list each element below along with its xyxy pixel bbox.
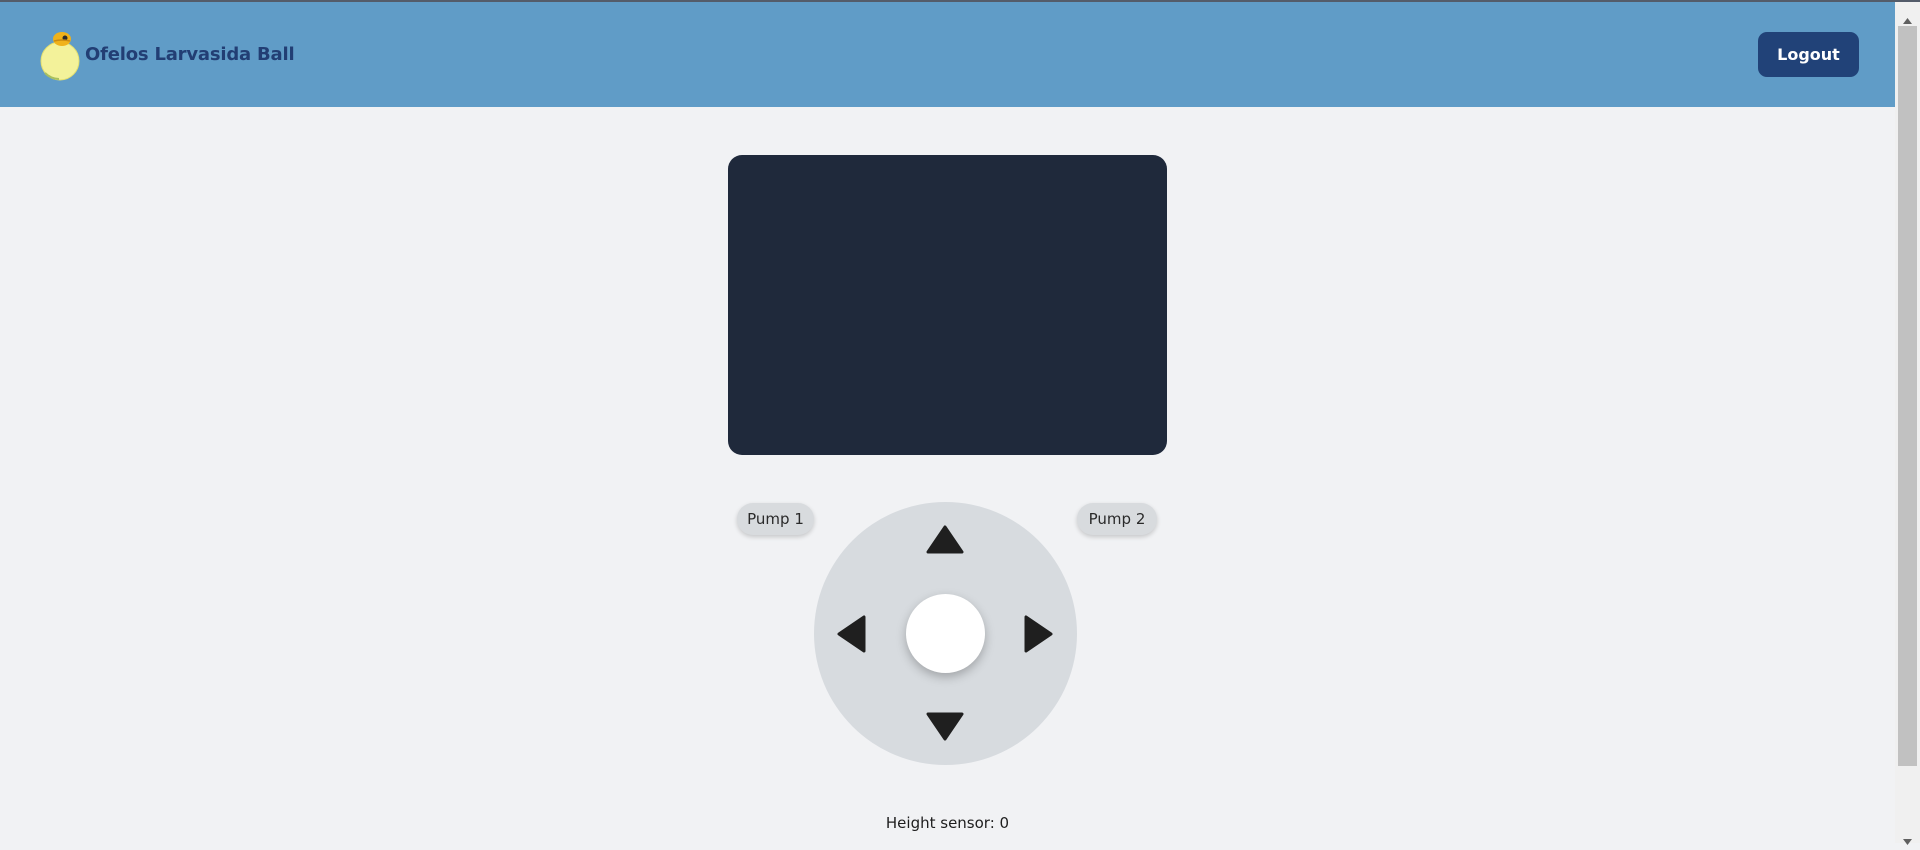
pump-1-button[interactable]: Pump 1 xyxy=(737,503,814,535)
scrollbar-thumb[interactable] xyxy=(1898,26,1917,766)
arrow-up-icon[interactable] xyxy=(925,520,965,560)
arrow-right-icon[interactable] xyxy=(1018,614,1058,654)
height-sensor-readout: Height sensor: 0 xyxy=(885,814,1010,832)
arrow-left-icon[interactable] xyxy=(832,614,872,654)
scroll-down-icon[interactable] xyxy=(1902,831,1913,850)
pump-2-button[interactable]: Pump 2 xyxy=(1077,503,1157,535)
video-feed xyxy=(728,155,1167,455)
ball-mascot-icon xyxy=(40,31,82,83)
joystick-knob[interactable] xyxy=(906,594,985,673)
arrow-down-icon[interactable] xyxy=(925,706,965,746)
logout-button[interactable]: Logout xyxy=(1758,32,1859,77)
vertical-scrollbar[interactable] xyxy=(1895,2,1920,845)
brand-title: Ofelos Larvasida Ball xyxy=(85,44,295,65)
top-header: Ofelos Larvasida Ball Logout xyxy=(0,2,1895,107)
